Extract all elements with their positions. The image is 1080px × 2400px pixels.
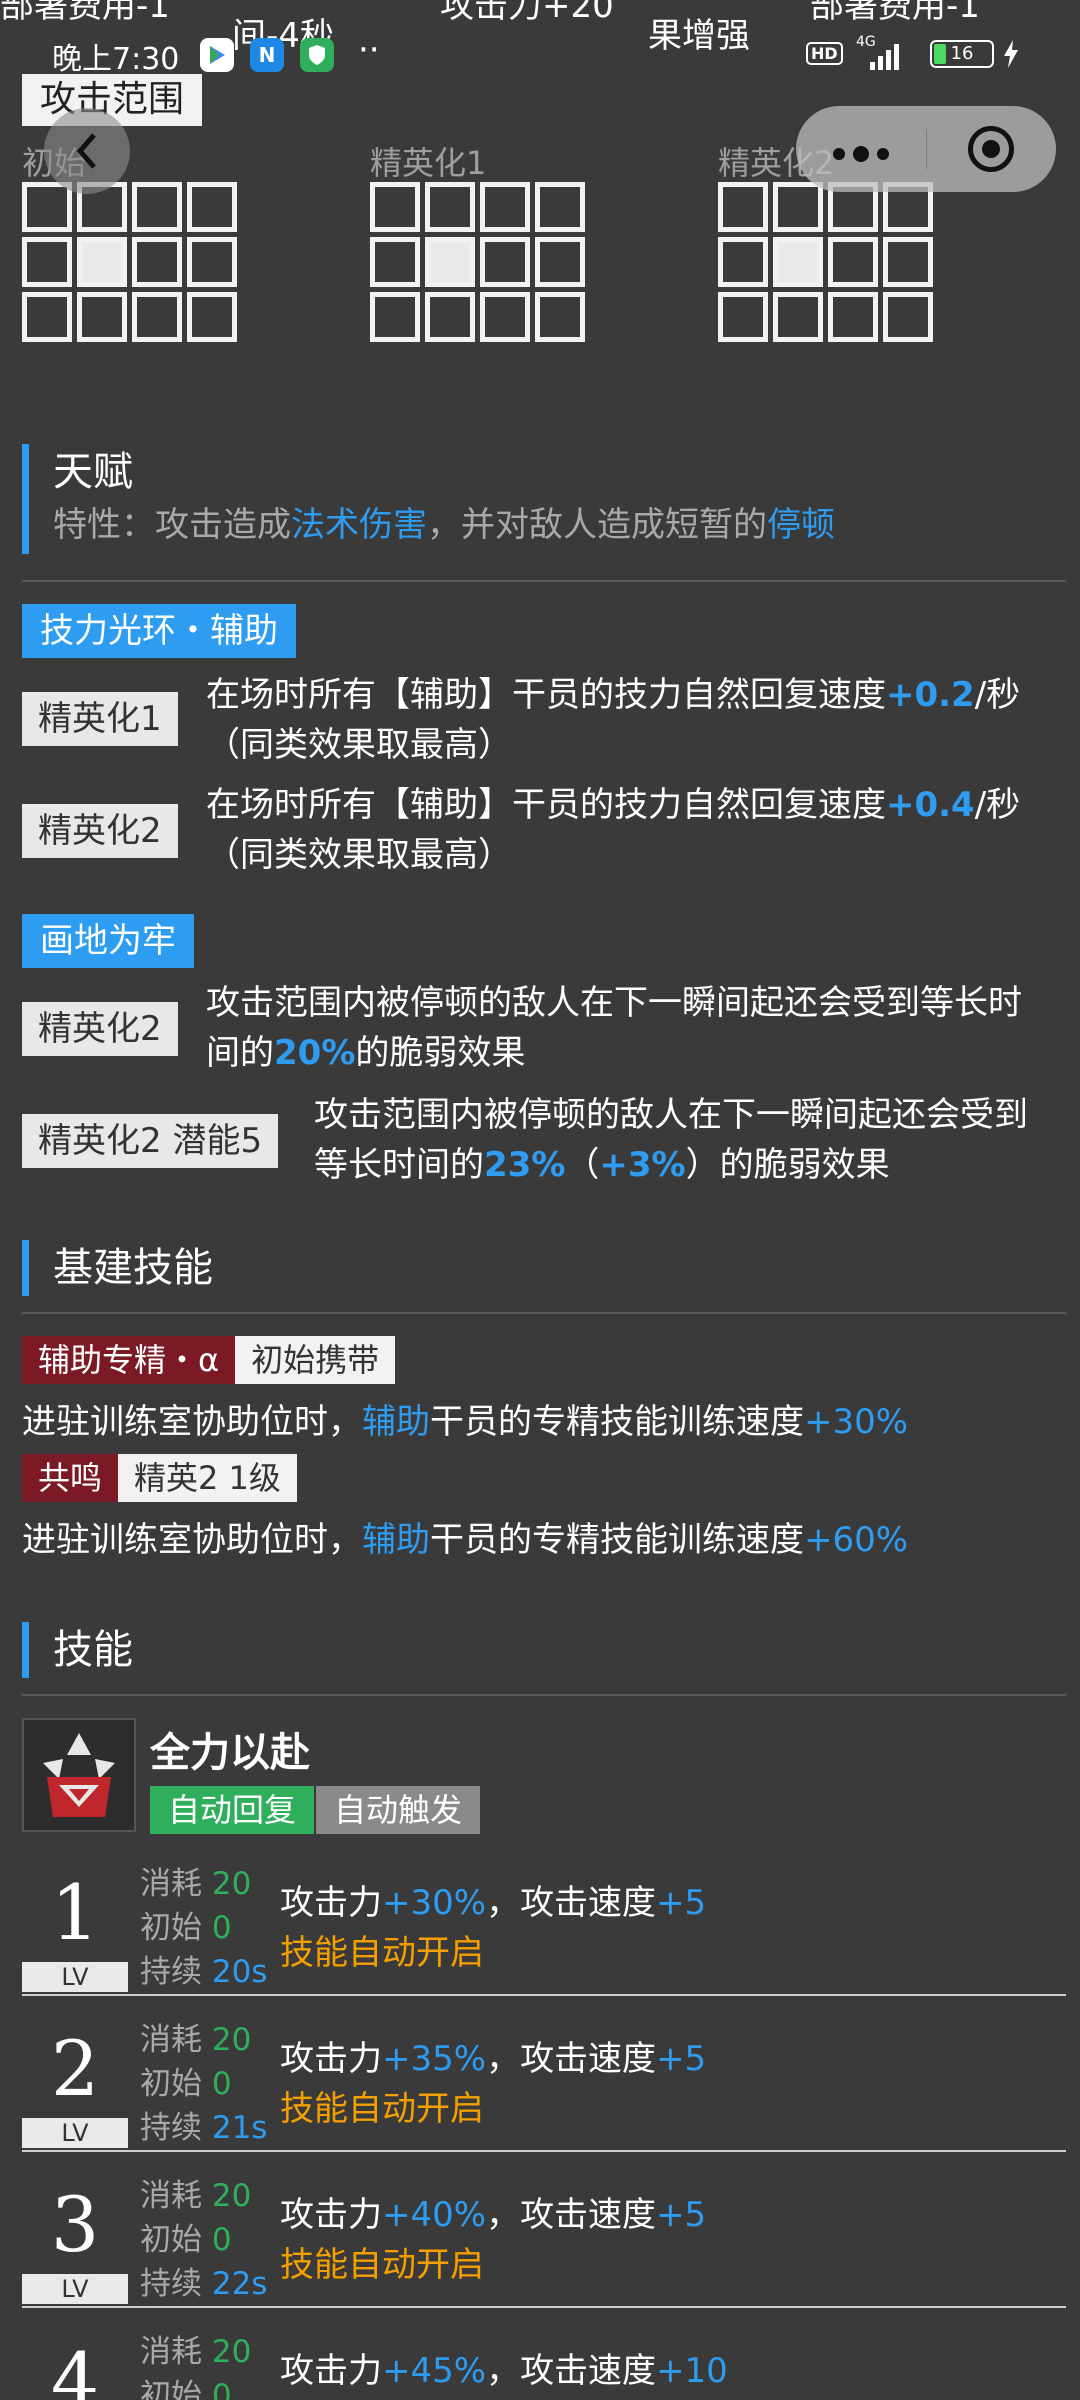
charging-icon: [1002, 40, 1020, 72]
talent-stage-tag: 精英化2 潜能5: [22, 1114, 279, 1168]
skill-section-title: 技能: [53, 1627, 133, 1673]
skill-level-stats: 消耗 20 初始 0 持续 22s: [140, 2178, 268, 2302]
battery-level: 16: [950, 43, 974, 64]
more-menu-button[interactable]: [796, 126, 926, 172]
range-label-elite1: 精英化1: [370, 144, 487, 182]
battery-icon: 16: [930, 40, 994, 68]
level-divider: [22, 2306, 1066, 2308]
trigger-type-tag: 自动触发: [316, 1786, 481, 1834]
talent-desc: 在场时所有【辅助】干员的技力自然回复速度+0.4/秒 （同类效果取最高）: [206, 785, 1021, 875]
shield-app-icon: [300, 38, 334, 72]
play-store-icon: [200, 38, 234, 72]
skill-level-stats: 消耗 20 初始 0 持续 20s: [140, 1866, 268, 1990]
talent-desc: 攻击范围内被停顿的敌人在下一瞬间起还会受到 等长时间的23%（+3%）的脆弱效果: [314, 1095, 1028, 1185]
cut-text-4: 果增强: [648, 16, 750, 56]
divider: [22, 1694, 1066, 1696]
skill-level-number: 3: [50, 2180, 100, 2269]
skill-name: 全力以赴: [150, 1730, 310, 1776]
more-dots-icon: [832, 146, 889, 162]
skill-level-number: 2: [50, 2024, 100, 2113]
signal-icon: [870, 40, 899, 70]
talent-name-tag: 技力光环・辅助: [22, 604, 296, 658]
range-grid-elite2: [718, 182, 933, 342]
skill-level-tag: LV: [22, 2274, 128, 2304]
talent-section-title: 天赋: [53, 449, 133, 495]
n-app-icon: N: [250, 38, 284, 72]
talent-desc: 在场时所有【辅助】干员的技力自然回复速度+0.2/秒 （同类效果取最高）: [206, 675, 1021, 765]
trait-text: 特性：攻击造成法术伤害，并对敌人造成短暂的停顿: [53, 505, 835, 545]
range-grid-initial: [22, 182, 237, 342]
base-skill-desc: 进驻训练室协助位时，辅助干员的专精技能训练速度+60%: [22, 1520, 909, 1560]
base-skill-unlock: 初始携带: [235, 1336, 396, 1384]
skill-level-stats: 消耗 20 初始 0: [140, 2334, 252, 2400]
trait-highlight-arts[interactable]: 法术伤害: [291, 505, 427, 545]
skill-level-desc: 攻击力+30%，攻击速度+5 技能自动开启: [280, 1883, 707, 1973]
base-skill-name: 辅助专精・α: [22, 1336, 236, 1384]
chevron-left-icon: [76, 133, 96, 169]
talent-name-tag: 画地为牢: [22, 914, 194, 968]
skill-level-stats: 消耗 20 初始 0 持续 21s: [140, 2022, 268, 2146]
skill-level-desc: 攻击力+35%，攻击速度+5 技能自动开启: [280, 2039, 707, 2129]
trait-highlight-stun[interactable]: 停顿: [767, 505, 835, 545]
status-time: 晚上7:30: [52, 42, 180, 77]
talent-stage-tag: 精英化2: [22, 1002, 178, 1056]
talent-desc: 攻击范围内被停顿的敌人在下一瞬间起还会受到等长时 间的20%的脆弱效果: [206, 983, 1022, 1073]
sp-recovery-tag: 自动回复: [150, 1786, 315, 1834]
skill-level-number: 4: [50, 2336, 100, 2400]
talent-stage-tag: 精英化2: [22, 804, 178, 858]
skill-level-desc: 攻击力+45%，攻击速度+10: [280, 2351, 728, 2391]
base-skill-name: 共鸣: [22, 1454, 119, 1502]
more-notifications-icon: ··: [358, 30, 380, 70]
talent-section-header: 天赋 特性：攻击造成法术伤害，并对敌人造成短暂的停顿: [22, 444, 835, 554]
level-divider: [22, 1994, 1066, 1996]
base-section-header: 基建技能: [22, 1240, 213, 1296]
divider: [22, 1312, 1066, 1314]
base-skill-tags: 辅助专精・α 初始携带: [22, 1336, 396, 1384]
target-icon: [968, 126, 1015, 172]
skill-level-number: 1: [50, 1868, 100, 1957]
range-grid-elite1: [370, 182, 585, 342]
base-skill-unlock: 精英2 1级: [118, 1454, 297, 1502]
close-mini-program-button[interactable]: [927, 126, 1057, 172]
skill-level-desc: 攻击力+40%，攻击速度+5 技能自动开启: [280, 2195, 707, 2285]
skill-level-tag: LV: [22, 1962, 128, 1992]
hd-badge: HD: [806, 42, 843, 65]
base-skill-tags: 共鸣 精英2 1级: [22, 1454, 297, 1502]
mini-program-capsule: [796, 106, 1056, 192]
base-section-title: 基建技能: [53, 1245, 213, 1291]
talent-stage-tag: 精英化1: [22, 692, 178, 746]
cut-text-1: 部署费用-1: [0, 0, 170, 26]
base-skill-desc: 进驻训练室协助位时，辅助干员的专精技能训练速度+30%: [22, 1402, 909, 1442]
level-divider: [22, 2150, 1066, 2152]
cut-text-3: 攻击力+20: [440, 0, 614, 26]
skill-level-tag: LV: [22, 2118, 128, 2148]
skill-section-header: 技能: [22, 1622, 133, 1678]
skill-icon: [22, 1718, 136, 1832]
divider: [22, 580, 1066, 582]
back-button[interactable]: [44, 108, 130, 194]
cut-text-5: 部署费用-1: [810, 0, 980, 26]
